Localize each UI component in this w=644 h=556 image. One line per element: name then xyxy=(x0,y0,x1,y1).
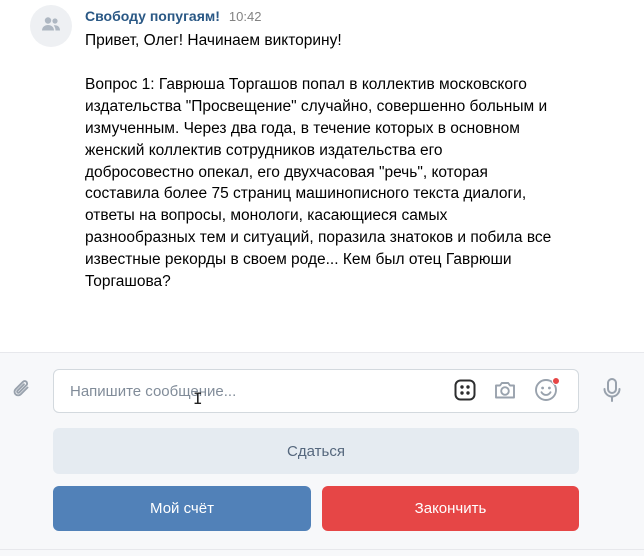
message-input[interactable] xyxy=(54,370,434,412)
finish-button[interactable]: Закончить xyxy=(322,486,579,531)
composer: I Сдаться Мой счёт Закончить xyxy=(0,352,644,556)
message-time: 10:42 xyxy=(228,9,262,24)
paperclip-icon xyxy=(10,377,34,406)
greeting-text: Привет, Олег! Начинаем викторину! xyxy=(85,32,342,49)
text-cursor-icon: I xyxy=(193,389,203,408)
message-header: Свободу попугаям! 10:42 xyxy=(85,8,261,28)
attach-button[interactable] xyxy=(8,377,36,405)
emoji-button[interactable] xyxy=(533,377,560,405)
camera-icon xyxy=(493,379,517,406)
give-up-button[interactable]: Сдаться xyxy=(53,428,579,474)
message-text: Привет, Олег! Начинаем викторину! Вопрос… xyxy=(85,30,555,293)
notification-dot xyxy=(552,377,560,385)
sender-name[interactable]: Свободу попугаям! xyxy=(85,8,220,24)
divider xyxy=(0,549,644,550)
voice-button[interactable] xyxy=(598,377,626,407)
group-icon xyxy=(41,16,61,37)
microphone-icon xyxy=(602,377,622,408)
camera-button[interactable] xyxy=(492,379,518,405)
keyboard-button[interactable] xyxy=(452,379,478,405)
avatar[interactable] xyxy=(30,5,72,47)
keyboard-icon xyxy=(454,379,476,406)
message-input-box[interactable] xyxy=(53,369,579,413)
message: Свободу попугаям! 10:42 Привет, Олег! На… xyxy=(0,0,644,352)
question-text: Вопрос 1: Гаврюша Торгашов попал в колле… xyxy=(85,75,552,291)
my-score-button[interactable]: Мой счёт xyxy=(53,486,311,531)
